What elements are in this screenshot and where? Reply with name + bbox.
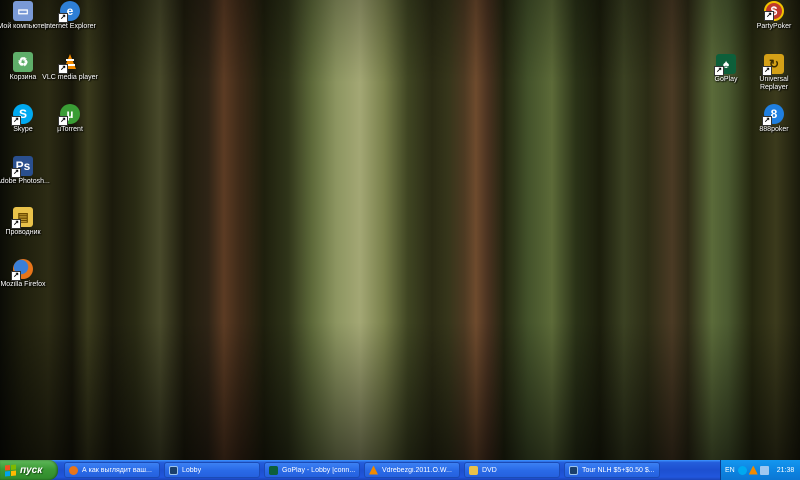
goplay-icon: [269, 465, 278, 475]
universal-replayer-icon: ↻ ↗: [762, 54, 784, 76]
clock[interactable]: 21:38: [777, 467, 795, 474]
firefox-icon: [69, 465, 78, 475]
explorer-icon: ▤ ↗: [11, 207, 33, 229]
taskbar-button-firefox[interactable]: А как выглядит ваш...: [64, 462, 160, 478]
desktop-icon-explorer[interactable]: ▤ ↗ Проводник: [0, 207, 51, 237]
skype-icon: S ↗: [11, 104, 33, 126]
desktop-icon-universal-replayer[interactable]: ↻ ↗ Universal Replayer: [746, 54, 800, 92]
desktop-icon-internet-explorer[interactable]: e ↗ Internet Explorer: [42, 1, 98, 31]
taskbar-button-lobby[interactable]: Lobby: [164, 462, 260, 478]
desktop-icon-utorrent[interactable]: µ ↗ µTorrent: [42, 104, 98, 134]
network-tray-icon[interactable]: [759, 465, 769, 475]
vlc-tray-icon[interactable]: [748, 465, 758, 475]
vlc-icon: [369, 465, 378, 475]
taskbar-button-tournament[interactable]: Tour NLH $5+$0.50 $...: [564, 462, 660, 478]
desktop-icon-partypoker[interactable]: $ ↗ PartyPoker: [746, 1, 800, 31]
internet-explorer-icon: e ↗: [58, 1, 80, 23]
desktop-icon-vlc[interactable]: ↗ VLC media player: [42, 52, 98, 82]
system-tray: EN 21:38: [720, 460, 800, 480]
utorrent-icon: µ ↗: [58, 104, 80, 126]
start-label: пуск: [20, 464, 43, 476]
windows-logo-icon: [5, 464, 16, 476]
lobby-icon: [169, 465, 178, 475]
goplay-icon: ♠ ↗: [714, 54, 736, 76]
lobby-icon: [569, 465, 578, 475]
my-computer-icon: ▭: [13, 1, 33, 21]
photoshop-icon: Ps ↗: [11, 156, 33, 178]
folder-icon: [469, 465, 478, 475]
taskbar: пуск А как выглядит ваш... Lobby GoPlay …: [0, 460, 800, 480]
taskbar-button-goplay[interactable]: GoPlay - Lobby [conn...: [264, 462, 360, 478]
recycle-bin-icon: ♻: [13, 52, 33, 72]
taskbar-buttons: А как выглядит ваш... Lobby GoPlay - Lob…: [64, 460, 664, 480]
desktop-icon-photoshop[interactable]: Ps ↗ Adobe Photosh...: [0, 156, 51, 186]
skype-tray-icon[interactable]: [737, 465, 747, 475]
firefox-icon: ↗: [11, 259, 33, 281]
partypoker-icon: $ ↗: [764, 1, 784, 21]
desktop-icon-888poker[interactable]: 8 ↗ 888poker: [746, 104, 800, 134]
taskbar-button-vlc[interactable]: Vdrebezgi.2011.O.W...: [364, 462, 460, 478]
language-indicator[interactable]: EN: [725, 467, 735, 474]
desktop-icon-firefox[interactable]: ↗ Mozilla Firefox: [0, 259, 51, 289]
start-button[interactable]: пуск: [0, 460, 58, 480]
vlc-icon: ↗: [58, 52, 80, 74]
desktop-wallpaper: ▭ Мой компьютер ♻ Корзина S ↗ Skype Ps ↗ A…: [0, 0, 800, 460]
taskbar-button-dvd-folder[interactable]: DVD: [464, 462, 560, 478]
888poker-icon: 8 ↗: [762, 104, 784, 126]
